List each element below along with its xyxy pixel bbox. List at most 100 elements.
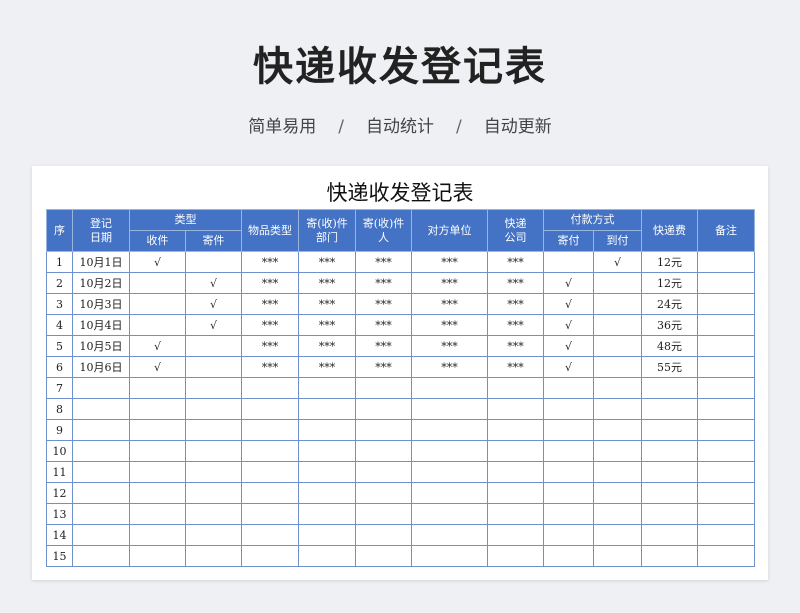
cell-pay-collect[interactable] xyxy=(593,377,642,399)
cell-date[interactable] xyxy=(72,503,130,525)
cell-courier[interactable] xyxy=(487,377,544,399)
cell-note[interactable] xyxy=(697,293,755,315)
cell-fee[interactable] xyxy=(641,377,698,399)
cell-courier[interactable]: *** xyxy=(487,272,544,294)
cell-pay-collect[interactable] xyxy=(593,272,642,294)
cell-receive[interactable] xyxy=(129,293,186,315)
cell-seq[interactable]: 12 xyxy=(46,482,73,504)
cell-pay-collect[interactable] xyxy=(593,293,642,315)
cell-date[interactable]: 10月3日 xyxy=(72,293,130,315)
cell-seq[interactable]: 10 xyxy=(46,440,73,462)
cell-note[interactable] xyxy=(697,314,755,336)
cell-pay-collect[interactable] xyxy=(593,356,642,378)
cell-seq[interactable]: 11 xyxy=(46,461,73,483)
cell-send[interactable]: √ xyxy=(185,314,242,336)
cell-dept[interactable]: *** xyxy=(298,335,356,357)
cell-date[interactable]: 10月1日 xyxy=(72,251,130,273)
cell-courier[interactable] xyxy=(487,545,544,567)
cell-counterparty[interactable] xyxy=(411,419,488,441)
cell-item-type[interactable]: *** xyxy=(241,335,299,357)
cell-pay-collect[interactable] xyxy=(593,524,642,546)
cell-pay-send[interactable]: √ xyxy=(543,272,594,294)
cell-courier[interactable] xyxy=(487,503,544,525)
cell-date[interactable] xyxy=(72,482,130,504)
cell-courier[interactable]: *** xyxy=(487,293,544,315)
cell-date[interactable] xyxy=(72,524,130,546)
cell-seq[interactable]: 6 xyxy=(46,356,73,378)
cell-pay-collect[interactable] xyxy=(593,503,642,525)
cell-item-type[interactable]: *** xyxy=(241,314,299,336)
cell-seq[interactable]: 15 xyxy=(46,545,73,567)
cell-seq[interactable]: 1 xyxy=(46,251,73,273)
cell-send[interactable] xyxy=(185,524,242,546)
cell-fee[interactable]: 12元 xyxy=(641,272,698,294)
cell-send[interactable] xyxy=(185,440,242,462)
cell-date[interactable] xyxy=(72,398,130,420)
cell-send[interactable] xyxy=(185,545,242,567)
cell-receive[interactable]: √ xyxy=(129,335,186,357)
cell-pay-send[interactable] xyxy=(543,377,594,399)
cell-send[interactable] xyxy=(185,461,242,483)
cell-note[interactable] xyxy=(697,251,755,273)
cell-dept[interactable]: *** xyxy=(298,356,356,378)
cell-pay-collect[interactable]: √ xyxy=(593,251,642,273)
cell-fee[interactable] xyxy=(641,398,698,420)
cell-receive[interactable] xyxy=(129,272,186,294)
cell-send[interactable] xyxy=(185,398,242,420)
cell-pay-collect[interactable] xyxy=(593,440,642,462)
cell-person[interactable] xyxy=(355,440,412,462)
cell-note[interactable] xyxy=(697,482,755,504)
cell-send[interactable] xyxy=(185,356,242,378)
cell-pay-send[interactable] xyxy=(543,524,594,546)
cell-person[interactable] xyxy=(355,545,412,567)
cell-receive[interactable] xyxy=(129,545,186,567)
cell-receive[interactable] xyxy=(129,419,186,441)
cell-person[interactable]: *** xyxy=(355,251,412,273)
cell-person[interactable] xyxy=(355,377,412,399)
cell-fee[interactable]: 12元 xyxy=(641,251,698,273)
cell-counterparty[interactable]: *** xyxy=(411,335,488,357)
cell-fee[interactable] xyxy=(641,440,698,462)
cell-counterparty[interactable] xyxy=(411,377,488,399)
cell-counterparty[interactable] xyxy=(411,440,488,462)
cell-pay-send[interactable] xyxy=(543,419,594,441)
cell-dept[interactable] xyxy=(298,524,356,546)
cell-receive[interactable] xyxy=(129,398,186,420)
cell-fee[interactable] xyxy=(641,524,698,546)
cell-counterparty[interactable] xyxy=(411,482,488,504)
cell-counterparty[interactable]: *** xyxy=(411,293,488,315)
cell-courier[interactable] xyxy=(487,398,544,420)
cell-note[interactable] xyxy=(697,419,755,441)
cell-person[interactable] xyxy=(355,482,412,504)
cell-pay-send[interactable] xyxy=(543,545,594,567)
cell-receive[interactable] xyxy=(129,503,186,525)
cell-item-type[interactable] xyxy=(241,524,299,546)
cell-counterparty[interactable]: *** xyxy=(411,314,488,336)
cell-pay-send[interactable]: √ xyxy=(543,335,594,357)
cell-fee[interactable]: 48元 xyxy=(641,335,698,357)
cell-send[interactable] xyxy=(185,482,242,504)
cell-courier[interactable] xyxy=(487,524,544,546)
cell-pay-send[interactable]: √ xyxy=(543,293,594,315)
cell-note[interactable] xyxy=(697,398,755,420)
cell-person[interactable] xyxy=(355,524,412,546)
cell-send[interactable] xyxy=(185,503,242,525)
cell-receive[interactable] xyxy=(129,377,186,399)
cell-person[interactable]: *** xyxy=(355,293,412,315)
cell-pay-collect[interactable] xyxy=(593,482,642,504)
cell-person[interactable] xyxy=(355,461,412,483)
cell-send[interactable] xyxy=(185,335,242,357)
cell-item-type[interactable] xyxy=(241,461,299,483)
cell-fee[interactable]: 55元 xyxy=(641,356,698,378)
cell-send[interactable] xyxy=(185,251,242,273)
cell-note[interactable] xyxy=(697,356,755,378)
cell-courier[interactable] xyxy=(487,440,544,462)
cell-receive[interactable] xyxy=(129,524,186,546)
cell-send[interactable] xyxy=(185,377,242,399)
cell-note[interactable] xyxy=(697,461,755,483)
cell-dept[interactable]: *** xyxy=(298,251,356,273)
cell-item-type[interactable] xyxy=(241,482,299,504)
cell-seq[interactable]: 13 xyxy=(46,503,73,525)
cell-counterparty[interactable]: *** xyxy=(411,356,488,378)
cell-seq[interactable]: 9 xyxy=(46,419,73,441)
